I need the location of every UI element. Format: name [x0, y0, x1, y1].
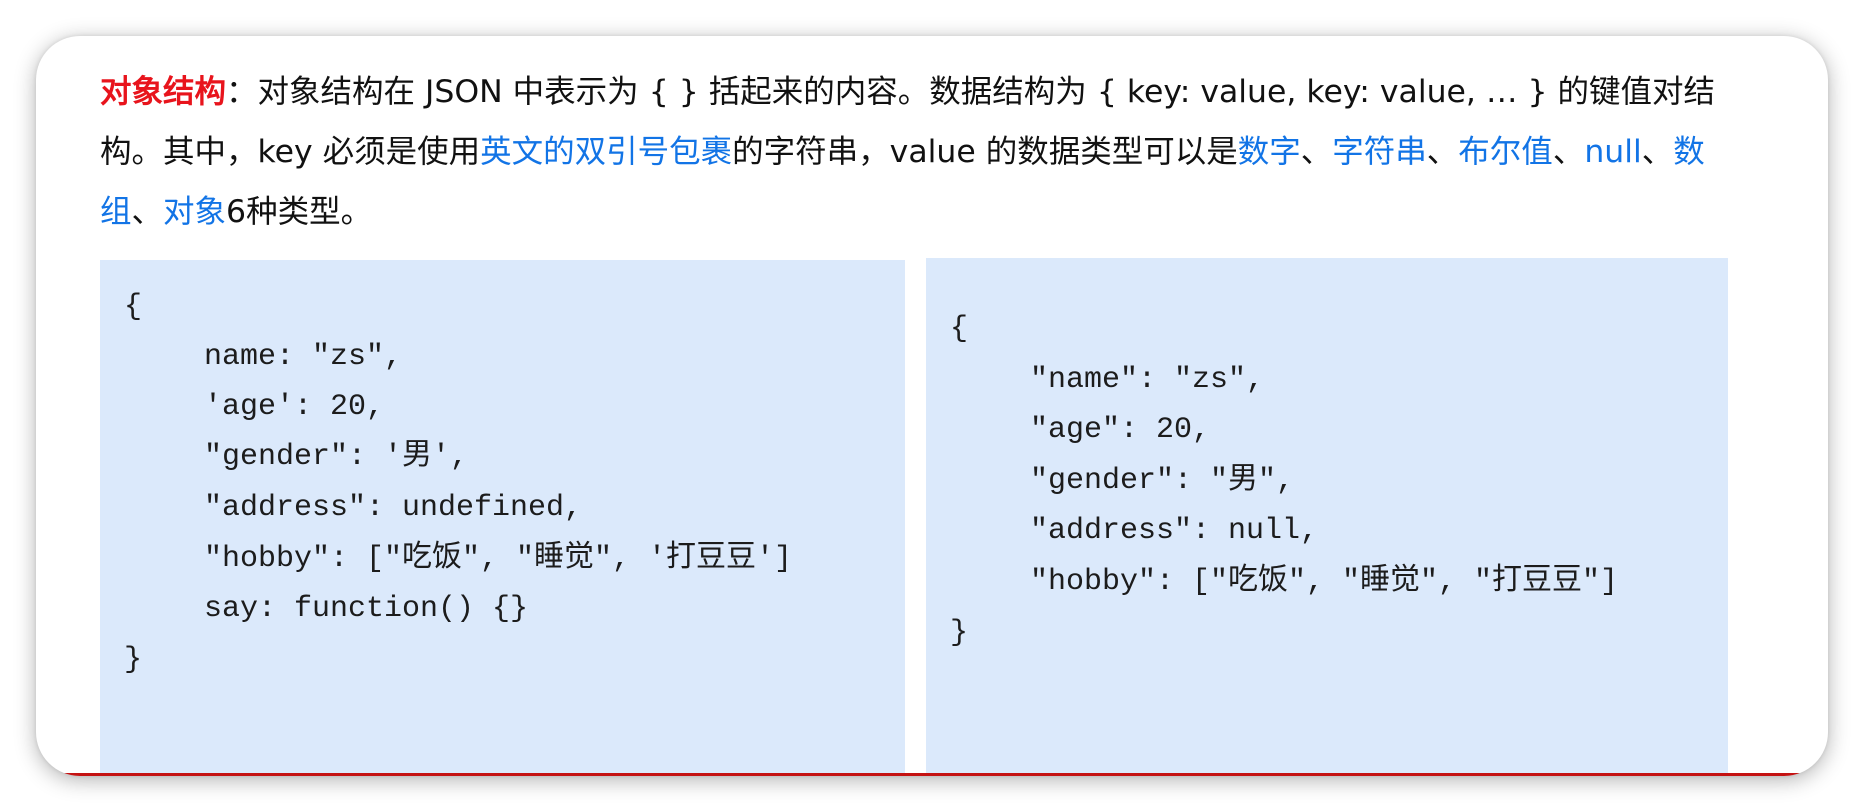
- code-line: "gender": "男",: [1030, 464, 1295, 498]
- code-line: "address": undefined,: [204, 491, 583, 525]
- code-line: {: [950, 312, 969, 346]
- code-line: "name": "zs",: [1030, 363, 1265, 397]
- code-line: "hobby": ["吃饭", "睡觉", '打豆豆']: [204, 542, 793, 576]
- separator: 、: [1641, 134, 1674, 170]
- separator: 、: [1426, 134, 1459, 170]
- slide-card: 对象结构：对象结构在 JSON 中表示为 { } 括起来的内容。数据结构为 { …: [36, 36, 1828, 776]
- invalid-json-code-block: { name: "zs", 'age': 20, "gender": '男', …: [100, 260, 905, 776]
- code-line: }: [124, 643, 143, 677]
- object-structure-description: 对象结构：对象结构在 JSON 中表示为 { } 括起来的内容。数据结构为 { …: [100, 62, 1740, 242]
- code-line: "age": 20,: [1030, 413, 1211, 447]
- bottom-divider-line: [36, 773, 1828, 776]
- description-text-3: 6种类型。: [226, 194, 373, 230]
- code-line: say: function() {}: [204, 592, 529, 626]
- code-line: name: "zs",: [204, 340, 403, 374]
- separator: 、: [1552, 134, 1585, 170]
- separator: 、: [131, 194, 164, 230]
- type-null: null: [1584, 134, 1642, 170]
- highlight-double-quotes: 英文的双引号包裹: [480, 134, 733, 170]
- code-line: {: [124, 290, 143, 324]
- type-boolean: 布尔值: [1458, 134, 1553, 170]
- description-text-2: 的字符串，value 的数据类型可以是: [732, 134, 1238, 170]
- type-object: 对象: [163, 194, 227, 230]
- code-line: "address": null,: [1030, 514, 1319, 548]
- valid-json-code-block: { "name": "zs", "age": 20, "gender": "男"…: [926, 258, 1728, 776]
- code-line: "gender": '男',: [204, 440, 469, 474]
- code-line: 'age': 20,: [204, 390, 385, 424]
- object-structure-term: 对象结构: [100, 74, 227, 110]
- separator: 、: [1300, 134, 1333, 170]
- type-number: 数字: [1237, 134, 1301, 170]
- code-line: "hobby": ["吃饭", "睡觉", "打豆豆"]: [1030, 565, 1619, 599]
- code-line: }: [950, 616, 969, 650]
- type-string: 字符串: [1332, 134, 1427, 170]
